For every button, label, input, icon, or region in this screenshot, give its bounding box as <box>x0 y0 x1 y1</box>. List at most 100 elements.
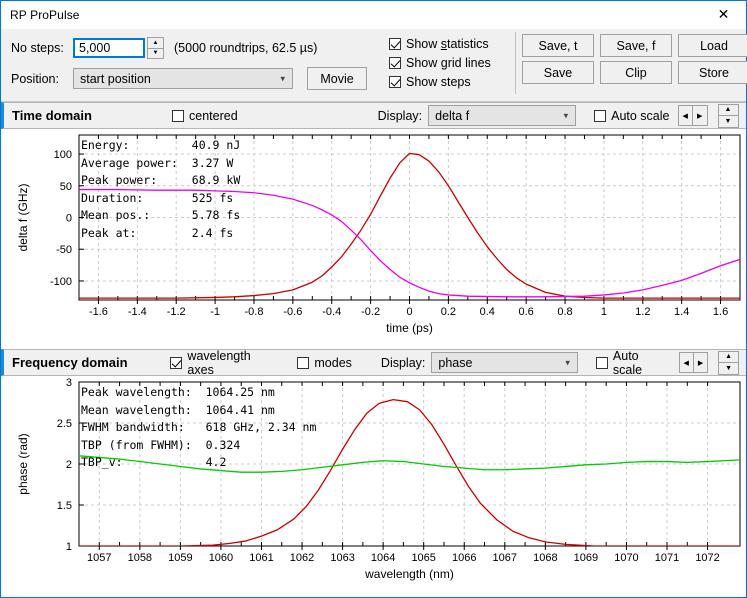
chevron-down-icon: ▾ <box>563 110 569 120</box>
show-statistics-label: Show statistics <box>406 36 489 51</box>
time-domain-header: Time domain centered Display: delta f ▾ … <box>1 102 746 129</box>
show-steps-row[interactable]: Show steps <box>389 72 509 91</box>
svg-text:wavelength (nm): wavelength (nm) <box>364 567 454 581</box>
svg-text:-0.6: -0.6 <box>283 306 302 318</box>
svg-text:1: 1 <box>66 541 72 553</box>
svg-text:phase (rad): phase (rad) <box>16 433 30 494</box>
svg-text:1.5: 1.5 <box>57 500 72 512</box>
freq-autoscale-row[interactable]: Auto scale <box>595 348 671 377</box>
freq-autoscale-checkbox[interactable] <box>595 356 608 369</box>
svg-text:1062: 1062 <box>290 552 314 564</box>
stepper-up-icon[interactable]: ▲ <box>147 37 164 48</box>
time-autoscale-checkbox[interactable] <box>594 109 607 122</box>
chevron-down-icon: ▾ <box>280 73 285 83</box>
freq-display-value: phase <box>438 355 473 370</box>
time-zoom-arrows[interactable]: ▲ ▼ <box>717 103 739 128</box>
window-title: RP ProPulse <box>10 8 80 22</box>
svg-text:1071: 1071 <box>655 552 679 564</box>
time-pan-arrows[interactable]: ◀ ▶ <box>677 105 708 126</box>
clip-button[interactable]: Clip <box>600 61 672 84</box>
svg-text:0: 0 <box>66 213 72 225</box>
app-window: RP ProPulse ✕ No steps: ▲ ▼ (5000 roundt… <box>0 0 747 598</box>
svg-text:1065: 1065 <box>411 552 435 564</box>
svg-text:1066: 1066 <box>452 552 476 564</box>
svg-text:1063: 1063 <box>330 552 354 564</box>
freq-autoscale-label: Auto scale <box>612 348 643 377</box>
time-domain-plot[interactable]: -1.6 -1.4 -1.2 -1 -0.8 -0.6 -0.4 -0.2 0 0.2 0.4 0.6… <box>1 129 746 349</box>
position-row: Position: start position ▾ Movie <box>11 67 367 90</box>
file-buttons-group: Save, t Save, f Load Save Clip Store <box>522 34 747 84</box>
freq-display-select[interactable]: phase ▾ <box>431 352 578 373</box>
svg-text:1072: 1072 <box>695 552 719 564</box>
arrow-right-icon[interactable]: ▶ <box>694 353 707 372</box>
roundtrips-hint: (5000 roundtrips, 62.5 µs) <box>174 41 318 55</box>
show-steps-label: Show steps <box>406 74 471 89</box>
save-t-button[interactable]: Save, t <box>522 34 594 57</box>
svg-text:1064: 1064 <box>371 552 395 564</box>
svg-text:1068: 1068 <box>533 552 557 564</box>
time-autoscale-row[interactable]: Auto scale <box>594 108 670 123</box>
frequency-domain-plot[interactable]: 1057 1058 1059 1060 1061 1062 1063 1064 1065 1066… <box>1 376 746 597</box>
movie-button[interactable]: Movie <box>307 67 367 90</box>
arrow-left-icon[interactable]: ◀ <box>679 106 693 125</box>
frequency-domain-svg: 1057 1058 1059 1060 1061 1062 1063 1064 1065 1066… <box>16 377 741 581</box>
show-grid-lines-label: Show grid lines <box>406 55 491 70</box>
close-icon[interactable]: ✕ <box>701 1 746 28</box>
no-steps-label: No steps: <box>11 41 64 55</box>
freq-display-label: Display: <box>380 355 426 370</box>
modes-label: modes <box>314 355 352 370</box>
chevron-down-icon: ▾ <box>565 357 570 367</box>
svg-text:1: 1 <box>601 306 607 318</box>
control-panel: No steps: ▲ ▼ (5000 roundtrips, 62.5 µs)… <box>1 29 747 102</box>
stepper-down-icon[interactable]: ▼ <box>147 47 164 59</box>
modes-row[interactable]: modes <box>297 356 352 370</box>
frequency-domain-header: Frequency domain wavelength axes modes D… <box>1 348 746 377</box>
show-grid-lines-checkbox[interactable] <box>389 56 401 69</box>
centered-checkbox[interactable] <box>172 109 184 122</box>
wavelength-axes-row[interactable]: wavelength axes <box>170 349 279 377</box>
arrow-left-icon[interactable]: ◀ <box>680 353 694 372</box>
arrow-down-icon[interactable]: ▼ <box>719 363 738 374</box>
time-domain-svg: -1.6 -1.4 -1.2 -1 -0.8 -0.6 -0.4 -0.2 0 0.2 0.4 0.6… <box>16 134 741 335</box>
arrow-up-icon[interactable]: ▲ <box>718 105 738 116</box>
show-statistics-checkbox[interactable] <box>389 37 401 50</box>
svg-text:50: 50 <box>60 181 72 193</box>
position-select-value: start position <box>80 71 151 86</box>
svg-text:-0.8: -0.8 <box>244 306 263 318</box>
save-button[interactable]: Save <box>522 61 594 84</box>
save-f-button[interactable]: Save, f <box>600 34 672 57</box>
store-button[interactable]: Store <box>678 61 747 84</box>
show-statistics-row[interactable]: Show statistics <box>389 34 509 53</box>
time-display-select[interactable]: delta f ▾ <box>428 105 577 126</box>
show-steps-checkbox[interactable] <box>389 75 401 88</box>
svg-text:1069: 1069 <box>574 552 598 564</box>
arrow-down-icon[interactable]: ▼ <box>719 116 738 127</box>
centered-label: centered <box>189 108 238 123</box>
panel-divider <box>515 32 516 94</box>
svg-text:1061: 1061 <box>249 552 273 564</box>
time-display-value: delta f <box>435 108 470 123</box>
svg-text:3: 3 <box>66 377 72 389</box>
svg-text:1060: 1060 <box>209 552 233 564</box>
position-select[interactable]: start position ▾ <box>73 68 293 89</box>
freq-pan-arrows[interactable]: ◀ ▶ <box>678 352 709 373</box>
position-label: Position: <box>11 71 59 86</box>
svg-text:1.6: 1.6 <box>713 306 728 318</box>
load-button[interactable]: Load <box>678 34 747 57</box>
title-bar: RP ProPulse ✕ <box>1 1 746 29</box>
no-steps-stepper[interactable]: ▲ ▼ <box>147 37 164 59</box>
svg-text:1059: 1059 <box>168 552 192 564</box>
centered-row[interactable]: centered <box>172 109 238 123</box>
svg-text:-0.4: -0.4 <box>322 306 341 318</box>
arrow-up-icon[interactable]: ▲ <box>719 352 738 363</box>
no-steps-input[interactable] <box>73 38 145 58</box>
time-autoscale-label: Auto scale <box>611 108 670 123</box>
modes-checkbox[interactable] <box>297 356 310 369</box>
svg-text:-100: -100 <box>50 276 72 288</box>
freq-zoom-arrows[interactable]: ▲ ▼ <box>718 350 739 375</box>
arrow-right-icon[interactable]: ▶ <box>693 106 707 125</box>
svg-text:1.4: 1.4 <box>674 306 689 318</box>
svg-text:100: 100 <box>54 149 72 161</box>
show-grid-lines-row[interactable]: Show grid lines <box>389 53 509 72</box>
wavelength-axes-checkbox[interactable] <box>170 356 183 369</box>
